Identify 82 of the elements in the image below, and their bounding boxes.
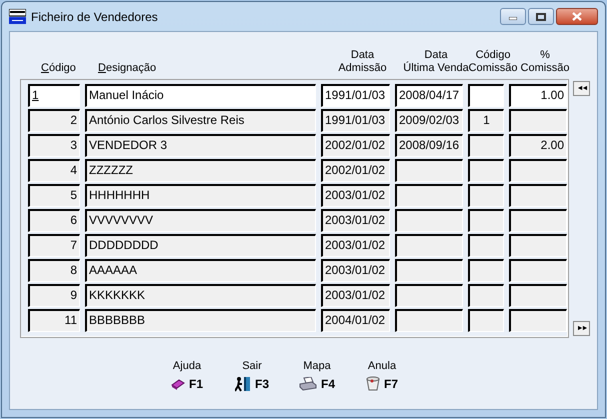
commission-code-cell[interactable] <box>468 284 504 307</box>
commission-percent-cell[interactable] <box>509 234 567 257</box>
admission-date-cell[interactable]: 2003/01/02 <box>321 184 390 207</box>
name-cell[interactable]: ZZZZZZ <box>85 159 316 182</box>
code-cell[interactable]: 11 <box>28 309 80 332</box>
last-sale-date-cell[interactable] <box>395 159 463 182</box>
last-sale-date-cell[interactable]: 2009/02/03 <box>395 109 463 132</box>
function-key-button[interactable]: Sair F3 <box>228 358 276 392</box>
minimize-button[interactable] <box>500 8 526 25</box>
code-cell[interactable]: 6 <box>28 209 80 232</box>
function-key-button[interactable]: Ajuda F1 <box>163 358 211 392</box>
column-header: Código Comissão <box>468 49 518 75</box>
app-icon <box>9 9 26 24</box>
commission-code-cell[interactable] <box>468 84 504 107</box>
name-cell[interactable]: KKKKKKK <box>85 284 316 307</box>
commission-percent-cell[interactable] <box>509 284 567 307</box>
commission-percent-cell[interactable] <box>509 159 567 182</box>
minimize-icon <box>509 17 517 20</box>
last-sale-date-cell[interactable]: 2008/04/17 <box>395 84 463 107</box>
commission-code-cell[interactable] <box>468 259 504 282</box>
name-cell[interactable]: António Carlos Silvestre Reis <box>85 109 316 132</box>
name-cell[interactable]: Manuel Inácio <box>85 84 316 107</box>
code-cell[interactable]: 2 <box>28 109 80 132</box>
name-cell[interactable]: VVVVVVVV <box>85 209 316 232</box>
code-cell[interactable]: 7 <box>28 234 80 257</box>
commission-percent-cell[interactable] <box>509 259 567 282</box>
admission-date-cell[interactable]: 2004/01/02 <box>321 309 390 332</box>
commission-code-cell[interactable] <box>468 309 504 332</box>
code-cell[interactable]: 5 <box>28 184 80 207</box>
commission-code-cell[interactable] <box>468 159 504 182</box>
commission-percent-cell[interactable] <box>509 209 567 232</box>
name-cell[interactable]: AAAAAA <box>85 259 316 282</box>
commission-percent-cell[interactable] <box>509 309 567 332</box>
close-icon <box>572 12 582 21</box>
column-header: Designação <box>98 62 156 75</box>
last-sale-date-cell[interactable] <box>395 184 463 207</box>
close-button[interactable] <box>556 8 598 25</box>
function-key-button[interactable]: Anula F7 <box>358 358 406 392</box>
code-cell[interactable]: 8 <box>28 259 80 282</box>
name-cell[interactable]: BBBBBBB <box>85 309 316 332</box>
last-sale-date-cell[interactable] <box>395 259 463 282</box>
commission-percent-cell[interactable]: 2.00 <box>509 134 567 157</box>
window-title: Ficheiro de Vendedores <box>31 8 158 26</box>
last-sale-date-cell[interactable] <box>395 309 463 332</box>
admission-date-cell[interactable]: 1991/01/03 <box>321 84 390 107</box>
code-cell[interactable]: 3 <box>28 134 80 157</box>
admission-date-cell[interactable]: 2003/01/02 <box>321 259 390 282</box>
column-header: Código <box>41 62 76 75</box>
trash-bin-icon <box>366 376 380 391</box>
column-header: % Comissão <box>520 49 570 75</box>
printer-icon <box>298 376 317 390</box>
function-key-button[interactable]: Mapa F4 <box>293 358 341 392</box>
column-header: Data Admissão <box>338 49 387 75</box>
commission-percent-cell[interactable] <box>509 109 567 132</box>
commission-code-cell[interactable] <box>468 134 504 157</box>
admission-date-cell[interactable]: 2003/01/02 <box>321 209 390 232</box>
admission-date-cell[interactable]: 2002/01/02 <box>321 134 390 157</box>
admission-date-cell[interactable]: 2003/01/02 <box>321 284 390 307</box>
code-cell[interactable]: 1 <box>28 84 80 107</box>
commission-code-cell[interactable] <box>468 209 504 232</box>
name-cell[interactable]: HHHHHHH <box>85 184 316 207</box>
commission-code-cell[interactable]: 1 <box>468 109 504 132</box>
column-header: Data Última Venda <box>403 49 469 75</box>
admission-date-cell[interactable]: 1991/01/03 <box>321 109 390 132</box>
book-icon <box>170 378 185 390</box>
name-cell[interactable]: VENDEDOR 3 <box>85 134 316 157</box>
code-cell[interactable]: 4 <box>28 159 80 182</box>
commission-code-cell[interactable] <box>468 184 504 207</box>
admission-date-cell[interactable]: 2003/01/02 <box>321 234 390 257</box>
commission-code-cell[interactable] <box>468 234 504 257</box>
admission-date-cell[interactable]: 2002/01/02 <box>321 159 390 182</box>
commission-percent-cell[interactable] <box>509 184 567 207</box>
exit-door-icon <box>234 376 251 392</box>
last-sale-date-cell[interactable] <box>395 234 463 257</box>
maximize-button[interactable] <box>528 8 554 25</box>
last-sale-date-cell[interactable]: 2008/09/16 <box>395 134 463 157</box>
last-sale-date-cell[interactable] <box>395 209 463 232</box>
name-cell[interactable]: DDDDDDDD <box>85 234 316 257</box>
commission-percent-cell[interactable]: 1.00 <box>509 84 567 107</box>
code-cell[interactable]: 9 <box>28 284 80 307</box>
maximize-icon <box>536 12 546 20</box>
last-sale-date-cell[interactable] <box>395 284 463 307</box>
